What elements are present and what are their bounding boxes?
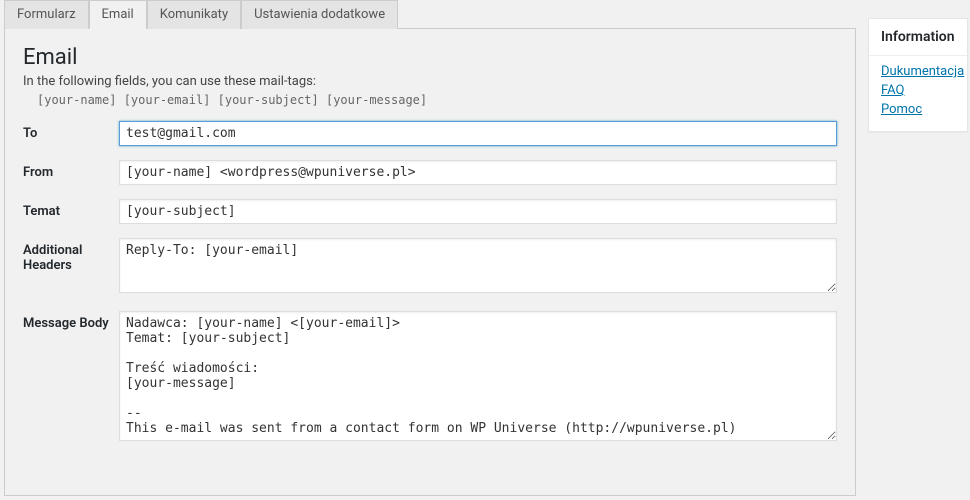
tab-email[interactable]: Email [89,0,147,29]
subject-label: Temat [23,199,119,219]
from-label: From [23,160,119,180]
tab-label: Email [102,7,134,22]
field-to: To [23,121,837,146]
field-subject: Temat [23,199,837,224]
panel-description: In the following fields, you can use the… [23,74,837,89]
email-settings-panel: Email In the following fields, you can u… [4,28,856,496]
subject-input[interactable] [119,199,837,224]
tab-komunikaty[interactable]: Komunikaty [147,0,241,29]
from-input[interactable] [119,160,837,185]
additional-headers-label: Additional Headers [23,238,119,273]
information-sidebar-box: Information Dukumentacja FAQ Pomoc [868,18,968,132]
sidebar-link-faq[interactable]: FAQ [881,83,904,98]
sidebar-box-title: Information [869,19,967,56]
message-body-label: Message Body [23,311,119,331]
field-message-body: Message Body [23,311,837,445]
sidebar-link-pomoc[interactable]: Pomoc [881,102,922,117]
sidebar-link-dokumentacja[interactable]: Dukumentacja [881,64,964,79]
message-body-input[interactable] [119,311,837,441]
field-from: From [23,160,837,185]
tab-label: Ustawienia dodatkowe [254,7,385,22]
tab-formularz[interactable]: Formularz [4,0,89,29]
to-input[interactable] [119,121,837,146]
panel-heading: Email [23,45,837,70]
tab-label: Formularz [17,7,76,22]
settings-tabs: Formularz Email Komunikaty Ustawienia do… [4,0,856,29]
mail-tags-list: [your-name] [your-email] [your-subject] … [23,93,837,107]
tab-label: Komunikaty [160,7,228,22]
to-label: To [23,121,119,141]
tab-ustawienia-dodatkowe[interactable]: Ustawienia dodatkowe [241,0,398,29]
field-additional-headers: Additional Headers [23,238,837,297]
additional-headers-input[interactable] [119,238,837,293]
